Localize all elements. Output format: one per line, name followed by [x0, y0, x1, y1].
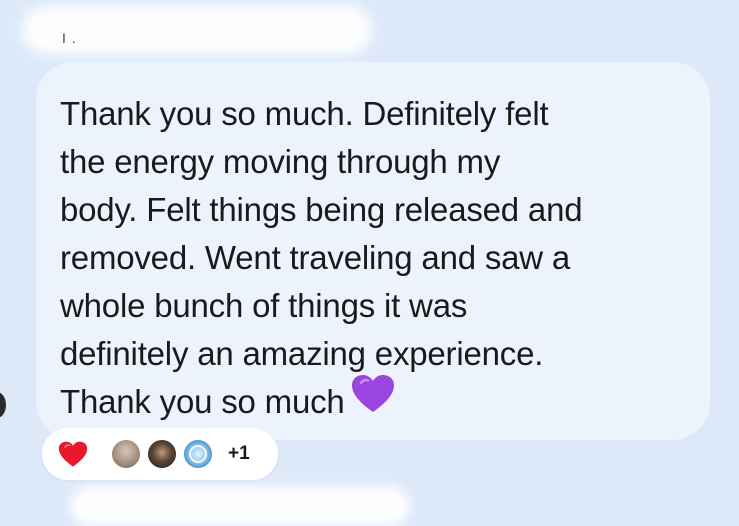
red-heart-icon — [58, 441, 88, 473]
message-line: body. Felt things being released and — [60, 191, 583, 228]
message-line: definitely an amazing experience. — [60, 335, 544, 372]
message-line-text: Thank you so much — [60, 383, 345, 420]
reactor-avatar[interactable] — [110, 438, 142, 470]
message-line: removed. Went traveling and saw a — [60, 239, 571, 276]
message-line: whole bunch of things it was — [60, 287, 468, 324]
avatar-ring — [189, 445, 207, 463]
message-line-last: Thank you so much — [60, 374, 690, 427]
reactor-avatar[interactable] — [146, 438, 178, 470]
message-line: the energy moving through my — [60, 143, 501, 180]
message-text: Thank you so much. Definitely felt the e… — [60, 90, 690, 427]
message-line: Thank you so much. Definitely felt — [60, 95, 549, 132]
sender-name[interactable]: I . — [62, 30, 77, 46]
sender-avatar-edge — [0, 392, 6, 418]
purple-heart-icon — [351, 374, 395, 427]
next-sender-redacted — [70, 486, 410, 526]
reactions-bar[interactable]: +1 — [42, 428, 278, 480]
reactor-avatar[interactable] — [182, 438, 214, 470]
message-bubble[interactable]: Thank you so much. Definitely felt the e… — [36, 62, 710, 440]
reaction-extra-count: +1 — [228, 443, 250, 464]
